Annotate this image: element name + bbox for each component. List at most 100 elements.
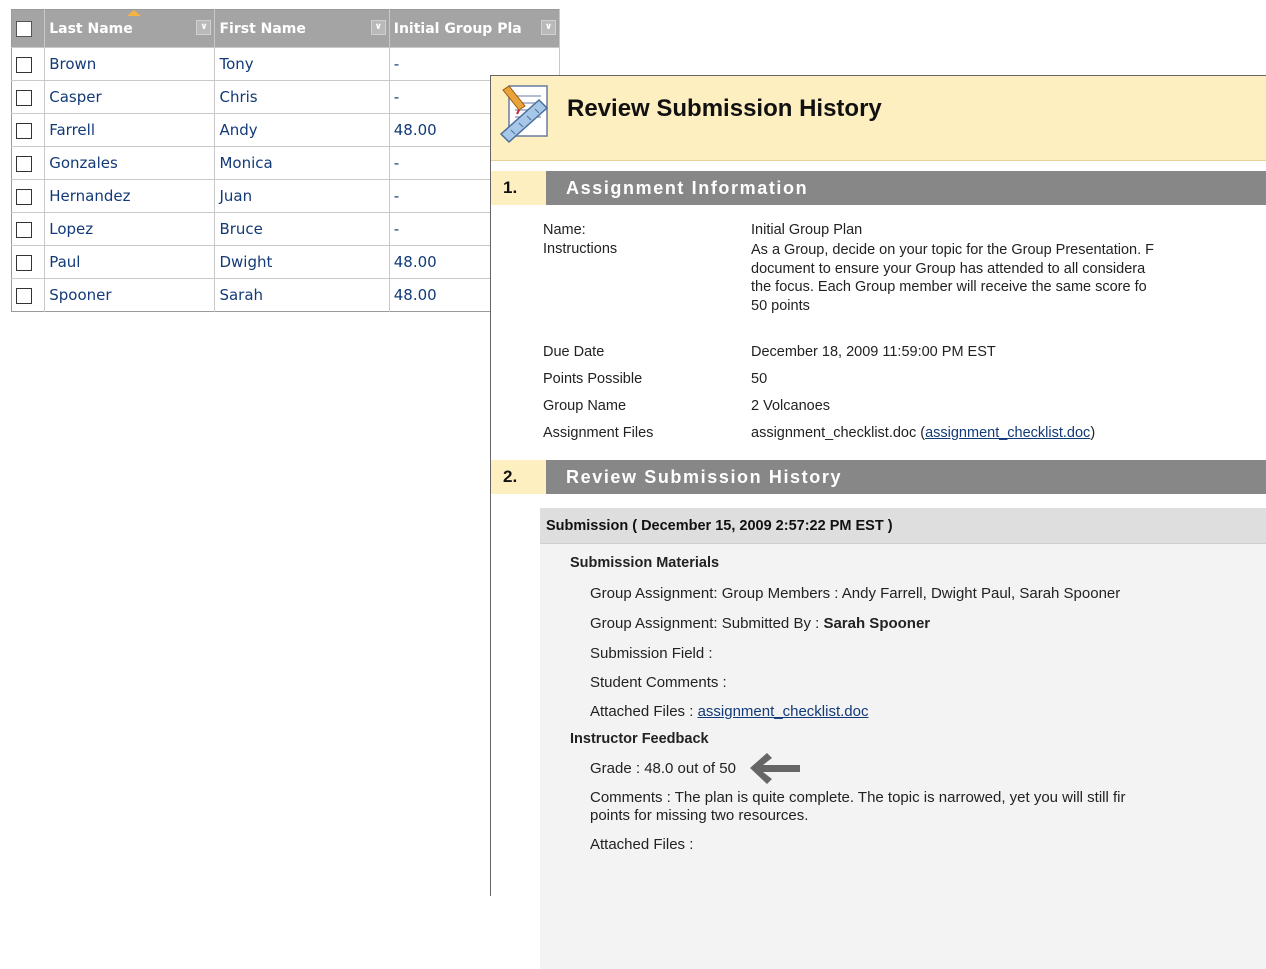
first-name-cell[interactable]: Juan <box>214 179 390 213</box>
info-label: Assignment Files <box>543 425 654 441</box>
assignment-instructions: As a Group, decide on your topic for the… <box>751 241 1266 315</box>
submitted-by-name: Sarah Spooner <box>823 615 931 632</box>
grade: Grade : 48.0 out of 50 <box>590 760 736 777</box>
row-checkbox[interactable] <box>16 155 32 172</box>
assignment-name: Initial Group Plan <box>751 222 863 238</box>
row-select-cell <box>11 80 46 114</box>
submission-header[interactable]: Submission ( December 15, 2009 2:57:22 P… <box>540 509 1266 544</box>
sort-ascending-icon <box>127 10 142 16</box>
instructions-line: As a Group, decide on your topic for the… <box>751 242 1154 258</box>
feedback-attached-files: Attached Files : <box>590 836 694 853</box>
submission-materials-heading: Submission Materials <box>570 555 720 571</box>
info-label: Name: <box>543 222 586 238</box>
first-name-cell[interactable]: Sarah <box>214 278 390 312</box>
grade-center-table: Last Name ∨ First Name ∨ Initial Group P… <box>11 9 561 312</box>
last-name-cell[interactable]: Casper <box>44 80 216 114</box>
select-all-checkbox[interactable] <box>16 20 32 37</box>
row-checkbox[interactable] <box>16 221 32 238</box>
step-number: 1. <box>491 171 546 205</box>
feedback-comments-line: points for missing two resources. <box>590 807 809 824</box>
row-select-cell <box>11 179 46 213</box>
column-header-initial-group-plan[interactable]: Initial Group Pla ∨ <box>389 9 561 48</box>
row-checkbox[interactable] <box>16 122 32 139</box>
instructions-line: 50 points <box>751 297 810 314</box>
assignment-ruler-icon <box>499 85 549 144</box>
column-label: Initial Group Pla <box>393 20 522 37</box>
row-select-cell <box>11 113 46 147</box>
column-label: First Name <box>219 20 306 37</box>
assignment-file-link[interactable]: assignment_checklist.doc <box>925 425 1090 441</box>
table-row: Gonzales Monica - <box>11 146 561 180</box>
step-title: Review Submission History <box>546 460 1266 494</box>
column-menu-icon[interactable]: ∨ <box>196 20 212 35</box>
assignment-files: assignment_checklist.doc (assignment_che… <box>751 425 1266 441</box>
column-label: Last Name <box>49 20 133 37</box>
table-row: Hernandez Juan - <box>11 179 561 213</box>
first-name-cell[interactable]: Tony <box>214 47 390 81</box>
column-header-last-name[interactable]: Last Name ∨ <box>44 9 216 48</box>
points-possible: 50 <box>751 371 768 387</box>
last-name-cell[interactable]: Spooner <box>44 278 216 312</box>
page-title: Review Submission History <box>567 95 882 122</box>
attached-files-label: Attached Files : <box>590 703 698 720</box>
table-row: Spooner Sarah 48.00 <box>11 278 561 312</box>
table-row: Lopez Bruce - <box>11 212 561 246</box>
select-all-header <box>11 9 46 48</box>
due-date: December 18, 2009 11:59:00 PM EST <box>751 344 996 360</box>
row-select-cell <box>11 146 46 180</box>
step-assignment-information: 1. Assignment Information <box>491 171 1266 205</box>
first-name-cell[interactable]: Chris <box>214 80 390 114</box>
table-row: Farrell Andy 48.00 <box>11 113 561 147</box>
row-select-cell <box>11 212 46 246</box>
first-name-cell[interactable]: Andy <box>214 113 390 147</box>
info-label: Due Date <box>543 344 605 360</box>
first-name-cell[interactable]: Bruce <box>214 212 390 246</box>
column-menu-icon[interactable]: ∨ <box>370 20 386 35</box>
last-name-cell[interactable]: Farrell <box>44 113 216 147</box>
group-name: 2 Volcanoes <box>751 398 831 414</box>
submitted-by-label: Group Assignment: Submitted By : <box>590 615 824 632</box>
table-row: Brown Tony - <box>11 47 561 81</box>
submission-field: Submission Field : <box>590 645 713 662</box>
step-title: Assignment Information <box>546 171 1266 205</box>
column-menu-icon[interactable]: ∨ <box>541 20 556 35</box>
step-number: 2. <box>491 460 546 494</box>
group-members: Group Assignment: Group Members : Andy F… <box>590 585 1121 602</box>
row-select-cell <box>11 47 46 81</box>
instructor-feedback-heading: Instructor Feedback <box>570 731 709 747</box>
review-submission-panel: Review Submission History 1. Assignment … <box>490 75 1266 969</box>
row-checkbox[interactable] <box>16 56 32 73</box>
row-checkbox[interactable] <box>16 287 32 304</box>
student-comments: Student Comments : <box>590 674 727 691</box>
first-name-cell[interactable]: Dwight <box>214 245 390 279</box>
row-select-cell <box>11 245 46 279</box>
row-checkbox[interactable] <box>16 89 32 106</box>
file-close-paren: ) <box>1090 425 1096 441</box>
row-checkbox[interactable] <box>16 188 32 205</box>
table-row: Paul Dwight 48.00 <box>11 245 561 279</box>
info-label: Instructions <box>543 241 618 257</box>
step-review-submission-history: 2. Review Submission History <box>491 460 1266 494</box>
instructions-line: document to ensure your Group has attend… <box>751 260 1146 277</box>
info-label: Group Name <box>543 398 627 414</box>
last-name-cell[interactable]: Paul <box>44 245 216 279</box>
submitted-by: Group Assignment: Submitted By : Sarah S… <box>590 615 930 632</box>
submission-box: Submission ( December 15, 2009 2:57:22 P… <box>540 508 1266 969</box>
first-name-cell[interactable]: Monica <box>214 146 390 180</box>
table-header-row: Last Name ∨ First Name ∨ Initial Group P… <box>11 9 561 48</box>
file-name: assignment_checklist.doc ( <box>751 425 926 441</box>
panel-header: Review Submission History <box>491 76 1266 161</box>
instructions-line: the focus. Each Group member will receiv… <box>751 279 1147 295</box>
arrow-left-icon <box>750 753 800 784</box>
table-row: Casper Chris - <box>11 80 561 114</box>
last-name-cell[interactable]: Brown <box>44 47 216 81</box>
last-name-cell[interactable]: Lopez <box>44 212 216 246</box>
last-name-cell[interactable]: Gonzales <box>44 146 216 180</box>
row-checkbox[interactable] <box>16 254 32 271</box>
row-select-cell <box>11 278 46 312</box>
feedback-comments-line: Comments : The plan is quite complete. T… <box>590 789 1126 806</box>
column-header-first-name[interactable]: First Name ∨ <box>214 9 390 48</box>
last-name-cell[interactable]: Hernandez <box>44 179 216 213</box>
submitted-file-link[interactable]: assignment_checklist.doc <box>698 703 869 720</box>
attached-files: Attached Files : assignment_checklist.do… <box>590 703 868 720</box>
